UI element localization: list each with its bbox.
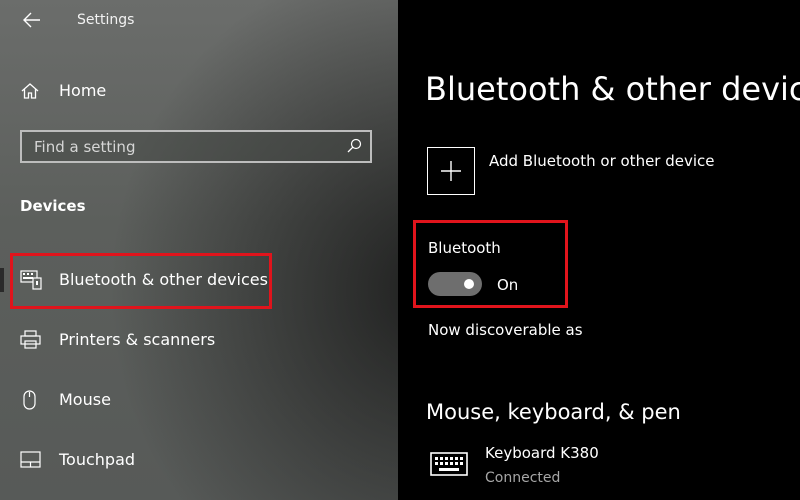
add-device-label: Add Bluetooth or other device	[489, 152, 715, 170]
sidebar-item-label: Printers & scanners	[59, 330, 216, 349]
printer-icon	[20, 330, 42, 350]
settings-window: Settings Home Devices	[0, 0, 800, 500]
sidebar-item-label: Bluetooth & other devices	[59, 270, 268, 289]
search-box	[20, 130, 372, 163]
bluetooth-toggle[interactable]	[428, 272, 482, 296]
sidebar-item-label: Home	[59, 81, 107, 100]
device-item-keyboard[interactable]: Keyboard K380 Connected	[426, 438, 786, 494]
sidebar-item-mouse[interactable]: Mouse	[0, 378, 398, 422]
title-bar: Settings	[0, 0, 398, 42]
touchpad-icon	[20, 450, 42, 470]
bluetooth-label: Bluetooth	[428, 239, 501, 257]
page-title: Bluetooth & other devices	[425, 70, 800, 108]
main-content: Bluetooth & other devices Add Bluetooth …	[398, 0, 800, 500]
mouse-icon	[20, 390, 42, 410]
sidebar-item-label: Mouse	[59, 390, 111, 409]
sidebar-section-heading: Devices	[20, 197, 86, 215]
toggle-knob	[464, 279, 474, 289]
sidebar-item-touchpad[interactable]: Touchpad	[0, 438, 398, 482]
search-icon[interactable]	[346, 138, 362, 158]
device-status: Connected	[485, 470, 561, 486]
back-button[interactable]	[16, 6, 48, 34]
sidebar-item-label: Touchpad	[59, 450, 136, 469]
sidebar-item-home[interactable]: Home	[0, 72, 398, 110]
selection-indicator	[0, 268, 4, 292]
keyboard-icon	[430, 452, 468, 480]
add-device-tile	[427, 147, 475, 195]
sidebar: Settings Home Devices	[0, 0, 398, 500]
bluetooth-toggle-state: On	[497, 276, 519, 294]
discoverable-text: Now discoverable as	[428, 321, 583, 339]
app-title: Settings	[77, 12, 135, 28]
plus-icon	[441, 161, 461, 181]
device-name: Keyboard K380	[485, 444, 599, 462]
sidebar-item-bluetooth[interactable]: Bluetooth & other devices	[0, 258, 398, 302]
bluetooth-devices-icon	[20, 270, 42, 290]
search-input[interactable]	[34, 136, 334, 158]
home-icon	[20, 81, 40, 105]
add-device-button[interactable]: Add Bluetooth or other device	[427, 147, 767, 197]
peripherals-section-title: Mouse, keyboard, & pen	[426, 400, 681, 424]
sidebar-item-printers[interactable]: Printers & scanners	[0, 318, 398, 362]
back-arrow-icon	[23, 12, 40, 28]
